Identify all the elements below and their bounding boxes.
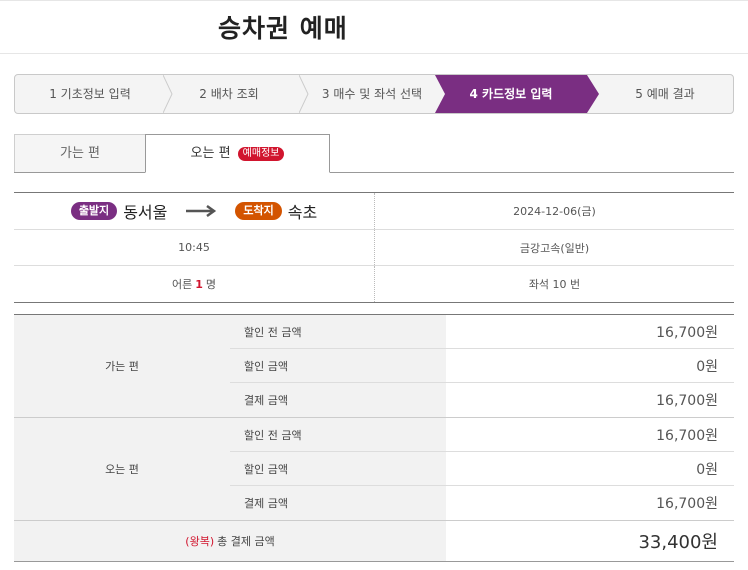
fare-name: 할인 금액 [230, 452, 446, 485]
fare-row: 할인 금액 0원 [230, 349, 734, 383]
fare-amount: 0원 [696, 461, 718, 478]
fare-name: 결제 금액 [230, 486, 446, 520]
departure-time: 10:45 [178, 241, 210, 254]
fare-row: 결제 금액 16,700원 [230, 383, 734, 417]
bus-company: 금강고속(일반) [374, 230, 734, 265]
fare-name: 결제 금액 [230, 383, 446, 417]
route-row: 출발지 동서울 도착지 속초 2024-12-06(금) [14, 193, 734, 230]
fare-name: 할인 전 금액 [230, 418, 446, 451]
fare-name: 할인 전 금액 [230, 315, 446, 348]
seat-number: 좌석 10 번 [374, 266, 734, 302]
fare-group-return: 오는 편 할인 전 금액 16,700원 할인 금액 0원 결제 금액 16,7… [14, 418, 734, 521]
booking-info-badge: 예매정보 [237, 147, 285, 161]
step-label: 4 카드정보 입력 [469, 87, 553, 101]
chevron-notch [435, 75, 445, 113]
total-label: (왕복) 총 결제 금액 [14, 521, 446, 561]
departure-city: 동서울 [123, 203, 168, 222]
fare-row: 할인 금액 0원 [230, 452, 734, 486]
step-basic-info: 1 기초정보 입력 [15, 75, 173, 113]
route-row: 어른 1 명 좌석 10 번 [14, 266, 734, 302]
fare-amount: 16,700원 [656, 324, 718, 341]
step-label: 2 배차 조회 [199, 87, 259, 101]
fare-amount: 0원 [696, 358, 718, 375]
departure-date: 2024-12-06(금) [374, 193, 734, 229]
trip-tabs: 가는 편 오는 편 예매정보 [14, 134, 734, 173]
passenger-info: 어른 1 명 [14, 266, 374, 302]
arrival-city: 속초 [287, 203, 318, 222]
total-amount: 33,400원 [638, 532, 718, 553]
arrow-right-icon [186, 205, 217, 217]
tab-label: 가는 편 [59, 146, 100, 161]
arrival-label: 도착지 [235, 202, 282, 220]
step-progress: 1 기초정보 입력 2 배차 조회 3 매수 및 좌석 선택 4 카드정보 입력… [14, 74, 734, 114]
step-seat-selection: 3 매수 및 좌석 선택 [299, 75, 445, 113]
fare-group-outbound: 가는 편 할인 전 금액 16,700원 할인 금액 0원 결제 금액 16,7… [14, 315, 734, 418]
total-row: (왕복) 총 결제 금액 33,400원 [14, 521, 734, 561]
step-result: 5 예매 결과 [595, 75, 733, 113]
step-label: 1 기초정보 입력 [49, 87, 131, 101]
fare-amount: 16,700원 [656, 496, 718, 512]
fare-row: 할인 전 금액 16,700원 [230, 418, 734, 452]
passenger-type: 어른 [171, 278, 193, 291]
fare-amount: 16,700원 [656, 427, 718, 444]
fare-group-label: 오는 편 [14, 418, 230, 520]
route-row: 10:45 금강고속(일반) [14, 230, 734, 266]
fare-group-label: 가는 편 [14, 315, 230, 417]
step-card-info: 4 카드정보 입력 [435, 75, 599, 113]
step-bus-lookup: 2 배차 조회 [155, 75, 309, 113]
fare-table: 가는 편 할인 전 금액 16,700원 할인 금액 0원 결제 금액 16,7… [14, 314, 734, 562]
route-cities: 출발지 동서울 도착지 속초 [14, 193, 374, 229]
fare-row: 결제 금액 16,700원 [230, 486, 734, 520]
tab-label: 오는 편 [190, 146, 231, 161]
passenger-unit: 명 [205, 278, 217, 291]
round-trip-label: (왕복) [185, 535, 215, 548]
passenger-count: 1 [195, 277, 203, 291]
fare-amount: 16,700원 [656, 393, 718, 409]
step-label: 5 예매 결과 [635, 87, 695, 101]
route-info: 출발지 동서울 도착지 속초 2024-12-06(금) 10:45 금강고속(… [14, 192, 734, 303]
tab-return[interactable]: 오는 편 예매정보 [145, 134, 330, 173]
tab-outbound[interactable]: 가는 편 [14, 134, 146, 173]
fare-row: 할인 전 금액 16,700원 [230, 315, 734, 349]
departure-label: 출발지 [70, 202, 118, 220]
fare-name: 할인 금액 [230, 349, 446, 382]
page-title: 승차권 예매 [218, 14, 348, 43]
step-label: 3 매수 및 좌석 선택 [321, 87, 423, 101]
total-label-text: 총 결제 금액 [217, 535, 275, 548]
page-header: 승차권 예매 [0, 0, 748, 54]
tabs-divider [14, 172, 734, 173]
